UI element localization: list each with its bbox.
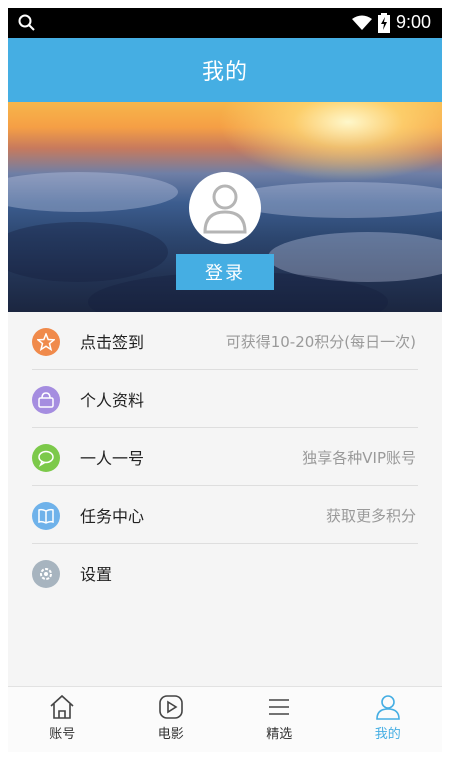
menu-item-tasks[interactable]: 任务中心 获取更多积分 bbox=[8, 486, 442, 544]
home-icon bbox=[50, 694, 74, 719]
login-button[interactable]: 登录 bbox=[176, 254, 274, 290]
tab-label: 电影 bbox=[157, 727, 184, 742]
menu-item-hint: 可获得10-20积分(每日一次) bbox=[225, 332, 416, 351]
tab-account[interactable]: 账号 bbox=[8, 687, 117, 752]
menu-item-hint: 获取更多积分 bbox=[325, 506, 416, 525]
tab-featured[interactable]: 精选 bbox=[225, 687, 334, 752]
gear-icon bbox=[32, 560, 60, 588]
menu-item-profile[interactable]: 个人资料 bbox=[8, 370, 442, 428]
menu-item-hint: 独享各种VIP账号 bbox=[302, 448, 416, 467]
bag-icon bbox=[32, 386, 60, 414]
tab-label: 账号 bbox=[49, 727, 76, 742]
sun-glow bbox=[218, 102, 442, 182]
tab-mine[interactable]: 我的 bbox=[334, 687, 443, 752]
menu-item-settings[interactable]: 设置 bbox=[8, 544, 442, 602]
menu-item-label: 设置 bbox=[80, 565, 113, 584]
bottom-tab-bar: 账号 电影 精选 我的 bbox=[8, 686, 442, 752]
cloud-shape bbox=[8, 172, 178, 212]
search-icon[interactable] bbox=[18, 14, 36, 36]
menu-list: 点击签到 可获得10-20积分(每日一次) 个人资料 一人一号 独享各种VIP账… bbox=[8, 312, 442, 602]
chat-icon bbox=[32, 444, 60, 472]
user-avatar-icon bbox=[203, 184, 247, 234]
status-time: 9:00 bbox=[396, 12, 432, 32]
play-icon bbox=[158, 695, 183, 719]
wifi-icon bbox=[352, 15, 372, 35]
tab-movie[interactable]: 电影 bbox=[117, 687, 226, 752]
menu-item-vip[interactable]: 一人一号 独享各种VIP账号 bbox=[8, 428, 442, 486]
menu-item-label: 一人一号 bbox=[80, 449, 145, 468]
battery-icon bbox=[378, 13, 390, 37]
page-title: 我的 bbox=[201, 60, 248, 85]
phone-screen: 9:00 我的 登录 点击签到 可获得10-20积分(每日一次) 个人资料 一人… bbox=[8, 8, 442, 752]
menu-item-checkin[interactable]: 点击签到 可获得10-20积分(每日一次) bbox=[8, 312, 442, 370]
user-icon bbox=[375, 695, 400, 720]
book-icon bbox=[32, 502, 60, 530]
tab-label: 我的 bbox=[374, 727, 401, 742]
menu-item-label: 个人资料 bbox=[80, 391, 145, 410]
tab-label: 精选 bbox=[266, 727, 293, 742]
status-bar: 9:00 bbox=[8, 8, 442, 38]
star-icon bbox=[32, 328, 60, 356]
menu-item-label: 点击签到 bbox=[80, 333, 145, 352]
menu-item-label: 任务中心 bbox=[80, 507, 145, 526]
list-icon bbox=[269, 699, 290, 715]
avatar[interactable] bbox=[189, 172, 261, 244]
app-bar: 我的 bbox=[8, 38, 442, 102]
cloud-shape bbox=[8, 222, 168, 282]
